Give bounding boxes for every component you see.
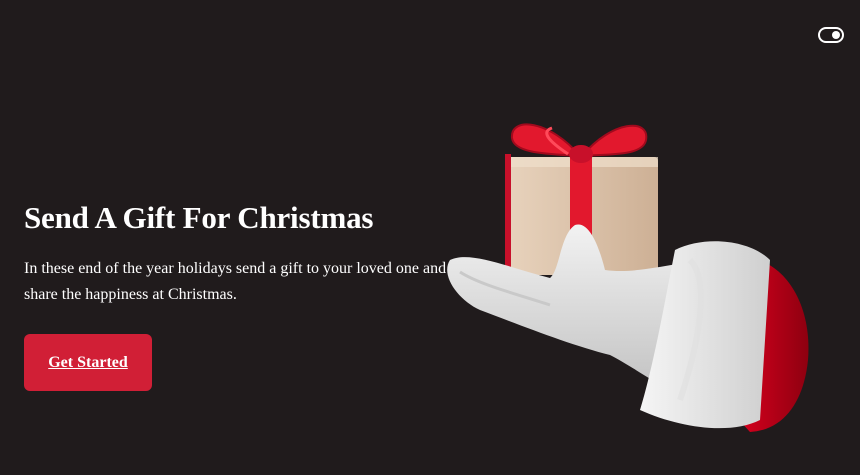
hero-description: In these end of the year holidays send a… [24,260,447,303]
santa-hand-gift-image [447,123,809,432]
hero-section: Send A Gift For Christmas In these end o… [24,196,454,308]
gift-ribbon-left [505,154,511,276]
theme-toggle-icon[interactable] [818,27,844,43]
toggle-knob [832,31,840,39]
landing-page: Send A Gift For Christmas In these end o… [0,0,860,475]
hero-title: Send A Gift For Christmas [24,200,374,235]
get-started-button[interactable]: Get Started [24,334,152,391]
